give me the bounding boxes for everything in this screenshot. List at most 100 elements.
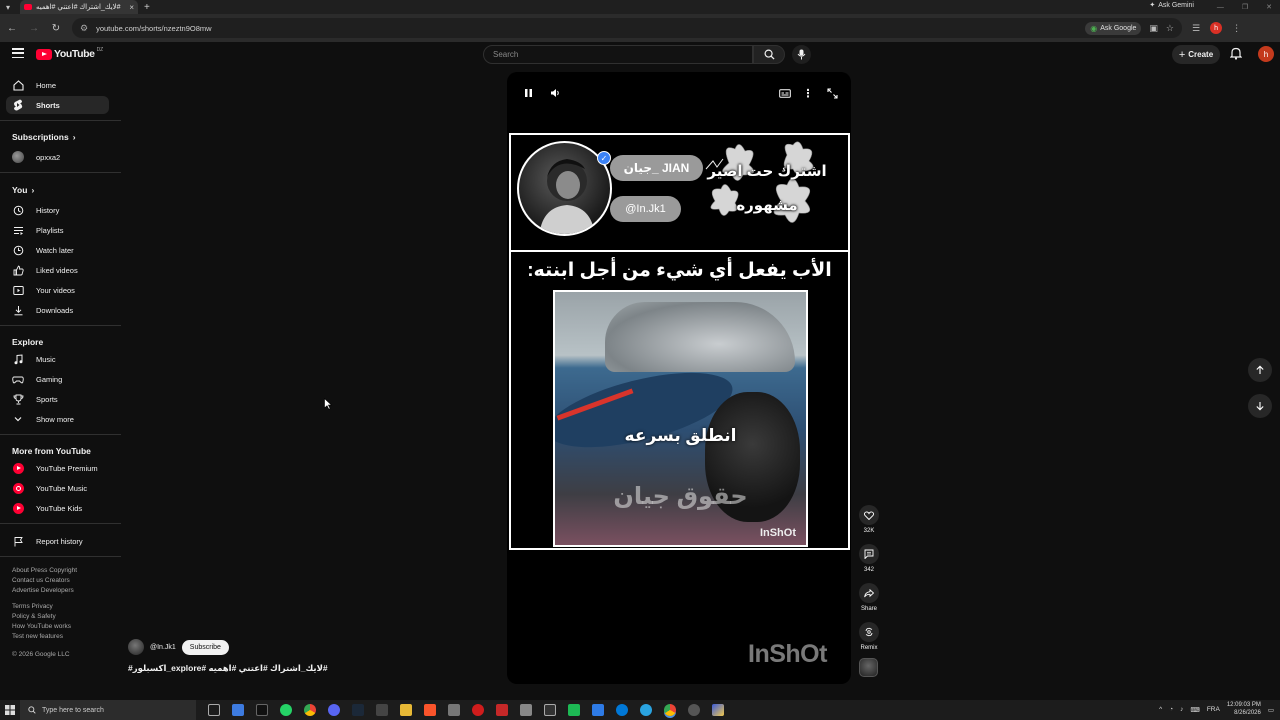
edge-icon[interactable] xyxy=(616,704,628,716)
reload-icon[interactable]: ↻ xyxy=(50,23,62,34)
extensions-icon[interactable]: ☰ xyxy=(1192,23,1200,34)
sidebar-item-history[interactable]: History xyxy=(6,201,109,219)
back-icon[interactable]: ← xyxy=(6,23,18,34)
subscriptions-heading[interactable]: Subscriptions › xyxy=(12,132,76,142)
system-clock[interactable]: 12:09:03 PM 8/26/2026 xyxy=(1227,702,1261,717)
channel-handle[interactable]: @In.Jk1 xyxy=(150,644,176,651)
app-icon-window[interactable] xyxy=(520,704,532,716)
next-short-button[interactable] xyxy=(1248,394,1272,418)
app-icon-misc[interactable] xyxy=(448,704,460,716)
start-button[interactable] xyxy=(0,700,20,720)
footer-link-row[interactable]: About Press Copyright xyxy=(12,566,112,576)
tray-overflow-icon[interactable]: ^ xyxy=(1159,706,1162,713)
share-action[interactable]: Share xyxy=(858,583,880,612)
create-button[interactable]: + Create xyxy=(1172,45,1220,64)
footer-link-row[interactable]: How YouTube works xyxy=(12,622,112,632)
sidebar-item-youtube-kids[interactable]: YouTube Kids xyxy=(6,499,109,517)
volume-tray-icon[interactable]: ♪ xyxy=(1180,706,1183,713)
restore-icon[interactable]: ❐ xyxy=(1242,3,1248,11)
share-button[interactable] xyxy=(859,583,879,603)
sidebar-item-watch-later[interactable]: Watch later xyxy=(6,241,109,259)
like-button[interactable] xyxy=(859,505,879,525)
video-description-hashtags[interactable]: #لايك_اشتراك #اعتني #اهميه #explore_اكسب… xyxy=(128,663,328,674)
app-icon-green[interactable] xyxy=(568,704,580,716)
sidebar-item-gaming[interactable]: Gaming xyxy=(6,370,109,388)
footer-link-row[interactable]: Terms Privacy xyxy=(12,602,112,612)
search-box[interactable] xyxy=(483,45,753,64)
browser-menu-icon[interactable]: ⋮ xyxy=(1232,23,1241,34)
remix-button[interactable] xyxy=(859,622,879,642)
sidebar-item-music[interactable]: Music xyxy=(6,350,109,368)
app-icon-dark[interactable] xyxy=(256,704,268,716)
sidebar-item-downloads[interactable]: Downloads xyxy=(6,301,109,319)
sidebar-item-home[interactable]: Home xyxy=(6,76,109,94)
network-icon[interactable]: ◔ xyxy=(1169,706,1173,713)
notification-center-icon[interactable]: ▭ xyxy=(1268,706,1274,714)
minimize-icon[interactable]: — xyxy=(1217,4,1224,11)
file-explorer-icon[interactable] xyxy=(400,704,412,716)
fullscreen-button[interactable] xyxy=(825,86,839,100)
channel-avatar[interactable] xyxy=(128,639,144,655)
taskbar-search-box[interactable]: Type here to search xyxy=(20,700,196,720)
new-tab-button[interactable]: + xyxy=(144,2,150,13)
app-icon-blue[interactable] xyxy=(232,704,244,716)
you-heading[interactable]: You › xyxy=(12,185,34,195)
browser-profile-avatar[interactable]: h xyxy=(1210,22,1223,34)
app-icon-clock[interactable] xyxy=(688,704,700,716)
sidebar-item-channel-opxxa2[interactable]: opxxa2 xyxy=(6,148,109,166)
browser-tab-active[interactable]: #لايك_اشتراك #اعتني #اهميه × xyxy=(20,0,138,14)
sidebar-item-shorts[interactable]: Shorts xyxy=(6,96,109,114)
install-app-icon[interactable]: ▣ xyxy=(1149,23,1158,34)
tab-search-icon[interactable]: ▾ xyxy=(0,0,16,14)
url-text[interactable]: youtube.com/shorts/nzeztn9O8mw xyxy=(96,24,1077,33)
ask-google-button[interactable]: ◉ Ask Google xyxy=(1085,21,1142,35)
close-tab-icon[interactable]: × xyxy=(129,3,134,12)
guide-menu-icon[interactable] xyxy=(12,48,24,58)
brave-icon[interactable] xyxy=(424,704,436,716)
app-icon-colorful[interactable] xyxy=(712,704,724,716)
footer-link-row[interactable]: Advertise Developers xyxy=(12,586,112,596)
volume-button[interactable] xyxy=(548,86,562,100)
app-icon-grey[interactable] xyxy=(376,704,388,716)
app-icon-red[interactable] xyxy=(496,704,508,716)
app-icon-store[interactable] xyxy=(592,704,604,716)
comments-action[interactable]: 342 xyxy=(858,544,880,573)
whatsapp-icon[interactable] xyxy=(280,704,292,716)
address-bar[interactable]: ⚙ youtube.com/shorts/nzeztn9O8mw ◉ Ask G… xyxy=(72,18,1182,38)
account-avatar[interactable]: h xyxy=(1258,46,1274,62)
opera-icon[interactable] xyxy=(472,704,484,716)
sidebar-item-sports[interactable]: Sports xyxy=(6,390,109,408)
discord-icon[interactable] xyxy=(328,704,340,716)
chrome-active-icon[interactable] xyxy=(664,704,676,716)
forward-icon[interactable]: → xyxy=(28,23,40,34)
task-view-icon[interactable] xyxy=(208,704,220,716)
comments-button[interactable] xyxy=(859,544,879,564)
notifications-bell-icon[interactable] xyxy=(1230,47,1242,60)
like-action[interactable]: 32K xyxy=(858,505,880,534)
remix-action[interactable]: Remix xyxy=(858,622,880,651)
shorts-video-player[interactable]: ⋮ ✓ جيان_ JIAN @In.Jk1 اشترك حت اصير مشه… xyxy=(507,72,851,684)
more-options-button[interactable]: ⋮ xyxy=(802,86,814,100)
footer-link-row[interactable]: Policy & Safety xyxy=(12,612,112,622)
voice-search-button[interactable] xyxy=(792,45,811,64)
sidebar-item-playlists[interactable]: Playlists xyxy=(6,221,109,239)
subscribe-button[interactable]: Subscribe xyxy=(181,639,229,655)
input-language[interactable]: FRA xyxy=(1207,706,1220,713)
sidebar-item-your-videos[interactable]: Your videos xyxy=(6,281,109,299)
telegram-icon[interactable] xyxy=(640,704,652,716)
chrome-icon[interactable] xyxy=(304,704,316,716)
youtube-logo[interactable]: YouTube DZ xyxy=(36,47,103,60)
bookmark-star-icon[interactable]: ☆ xyxy=(1166,23,1174,34)
site-info-icon[interactable]: ⚙ xyxy=(80,23,88,34)
sidebar-item-show-more[interactable]: Show more xyxy=(6,410,109,428)
close-window-icon[interactable]: ✕ xyxy=(1266,3,1272,11)
sidebar-item-youtube-music[interactable]: YouTube Music xyxy=(6,479,109,497)
pause-button[interactable] xyxy=(521,86,535,100)
sidebar-item-liked-videos[interactable]: Liked videos xyxy=(6,261,109,279)
search-button[interactable] xyxy=(753,45,785,64)
app-icon-bw[interactable] xyxy=(544,704,556,716)
keyboard-icon[interactable]: ⌨ xyxy=(1190,706,1199,714)
sidebar-item-report-history[interactable]: Report history xyxy=(6,532,109,550)
sidebar-item-youtube-premium[interactable]: YouTube Premium xyxy=(6,459,109,477)
previous-short-button[interactable] xyxy=(1248,358,1272,382)
